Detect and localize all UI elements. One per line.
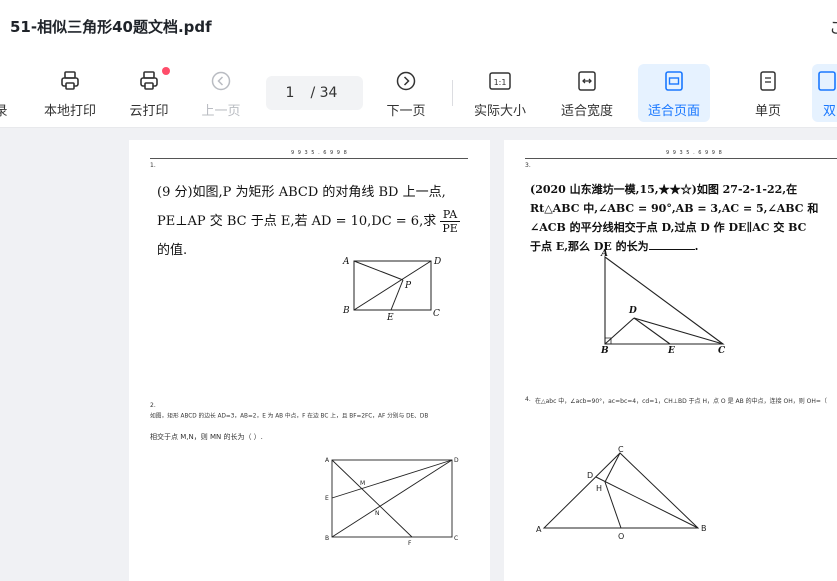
- previous-page-button[interactable]: 上一页: [196, 64, 246, 122]
- total-pages: / 34: [310, 85, 338, 101]
- actual-size-button[interactable]: 1:1 实际大小: [468, 64, 532, 122]
- q4-line-1: 在△abc 中，∠acb=90°，ac=bc=4，cd=1，CH⊥BD 于点 H…: [535, 398, 827, 405]
- cloud-print-button[interactable]: 云打印: [124, 64, 174, 122]
- segment-af: [331, 459, 413, 538]
- label-d-q2: D: [454, 457, 459, 464]
- segment-bd-q4: [595, 476, 699, 529]
- printer-icon: [57, 68, 83, 94]
- page-number-input[interactable]: 1 / 34: [266, 76, 363, 110]
- q4-number: 4.: [525, 396, 531, 403]
- q2-line-1: 如图，矩形 ABCD 的边长 AD=3，AB=2，E 为 AB 中点，F 在边 …: [150, 412, 429, 420]
- fit-page-icon: [661, 68, 687, 94]
- label-p: P: [404, 281, 412, 291]
- geometry-figure-q1: A D B C E P A D B C E F M N: [325, 257, 459, 547]
- segment-de: [633, 317, 671, 345]
- diagonal-bd-q2: [331, 459, 453, 538]
- fit-width-icon: [574, 68, 600, 94]
- triangle-abc: [604, 255, 725, 345]
- label-d: D: [433, 257, 441, 267]
- label-e: E: [386, 313, 394, 323]
- double-page-label: 双: [823, 104, 837, 119]
- segment-cd: [633, 317, 724, 345]
- title-bar: 51-相似三角形40题文档.pdf こ: [0, 0, 837, 56]
- segment-bd: [604, 317, 635, 345]
- catalog-button[interactable]: 录: [0, 64, 16, 122]
- next-page-button[interactable]: 下一页: [381, 64, 431, 122]
- label-d-q4: D: [587, 471, 593, 480]
- window-control-icon[interactable]: こ: [829, 14, 837, 38]
- label-d-q3: D: [628, 306, 637, 316]
- double-page-icon: [814, 68, 837, 94]
- label-b-q4: B: [701, 524, 707, 533]
- label-f-q2: F: [408, 540, 412, 547]
- catalog-label: 录: [0, 104, 8, 119]
- next-page-label: 下一页: [386, 104, 426, 119]
- label-a-q3: A: [600, 249, 608, 259]
- q2-line-2: 相交于点 M,N，则 MN 的长为（ ）.: [150, 433, 263, 441]
- fit-width-label: 适合宽度: [560, 104, 613, 119]
- label-a-q2: A: [325, 457, 330, 464]
- actual-size-label: 实际大小: [473, 104, 526, 119]
- label-h-q4: H: [596, 484, 602, 493]
- document-title: 51-相似三角形40题文档.pdf: [10, 18, 212, 36]
- current-page: 1: [285, 85, 295, 101]
- label-a: A: [342, 257, 350, 267]
- cloud-printer-icon: [136, 68, 162, 94]
- fit-width-button[interactable]: 适合宽度: [555, 64, 619, 122]
- document-page-right: 9 9 3 5 . 6 9 9 8 3. (2020 山东潍坊一模,15,★★☆…: [504, 140, 837, 581]
- svg-text:1:1: 1:1: [494, 78, 507, 87]
- document-page-left: 9 9 3 5 . 6 9 9 8 1. (9 分)如图,P 为矩形 ABCD …: [129, 140, 490, 581]
- segment-pe: [390, 279, 404, 311]
- label-n-q2: N: [375, 510, 380, 517]
- label-c-q4: C: [618, 445, 624, 454]
- local-print-label: 本地打印: [43, 104, 96, 119]
- question-number-2: 2.: [150, 402, 156, 409]
- previous-page-icon: [208, 68, 234, 94]
- fit-page-button[interactable]: 适合页面: [638, 64, 710, 122]
- toolbar-divider: [452, 80, 453, 106]
- segment-de: [331, 459, 453, 499]
- segment-ho-q4: [604, 481, 622, 529]
- single-page-button[interactable]: 单页: [743, 64, 793, 122]
- next-page-icon: [393, 68, 419, 94]
- geometry-figure-q3: A B C D E A B C D H O: [536, 249, 726, 541]
- label-a-q4: A: [536, 525, 542, 534]
- single-page-icon: [755, 68, 781, 94]
- viewer-toolbar: 录 本地打印 云打印 上一页 下一页 1:1 实际大小 适合宽度 适合页面 单页…: [0, 56, 837, 128]
- notification-badge: [162, 67, 170, 75]
- catalog-icon: [0, 68, 14, 94]
- label-b-q3: B: [600, 346, 609, 356]
- single-page-label: 单页: [754, 104, 781, 119]
- actual-size-icon: 1:1: [487, 68, 513, 94]
- previous-page-label: 上一页: [201, 104, 241, 119]
- cloud-print-label: 云打印: [129, 104, 169, 119]
- label-e-q3: E: [667, 346, 675, 356]
- segment-ap: [353, 260, 404, 281]
- label-b-q2: B: [325, 535, 329, 542]
- diagonal-bd: [353, 260, 432, 311]
- segment-ch-q4: [604, 452, 621, 483]
- label-m-q2: M: [360, 480, 365, 487]
- label-c-q2: C: [454, 535, 458, 542]
- label-o-q4: O: [618, 532, 624, 541]
- label-b: B: [342, 306, 350, 316]
- label-e-q2: E: [325, 495, 329, 502]
- fit-page-label: 适合页面: [647, 104, 700, 119]
- label-c-q3: C: [718, 346, 726, 356]
- local-print-button[interactable]: 本地打印: [38, 64, 102, 122]
- double-page-button[interactable]: 双: [812, 64, 837, 122]
- label-c: C: [433, 309, 440, 319]
